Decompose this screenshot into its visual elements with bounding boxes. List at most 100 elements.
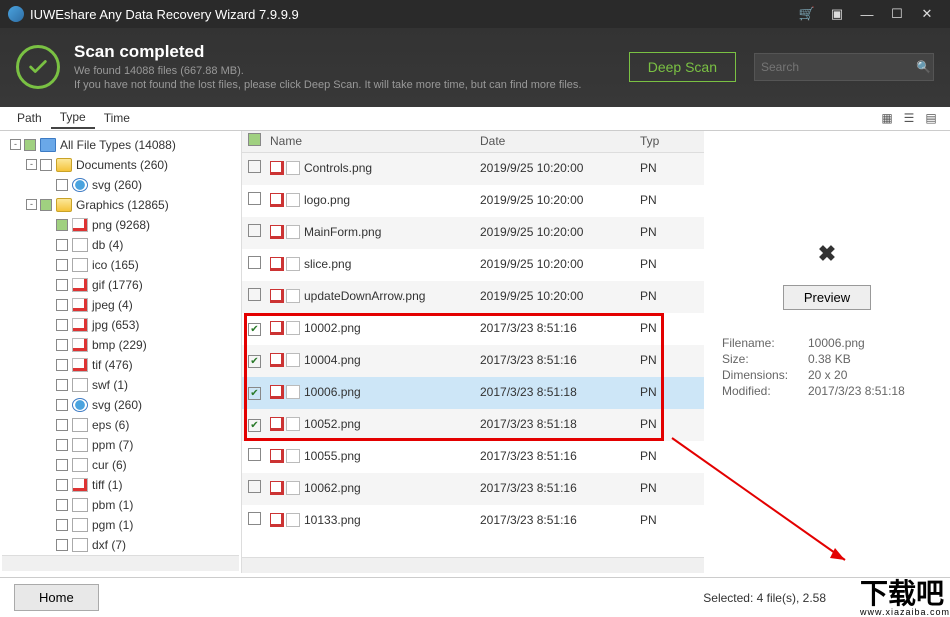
tree-item[interactable]: tiff (1) — [2, 475, 239, 495]
meta-size-value: 0.38 KB — [808, 352, 851, 366]
file-row[interactable]: updateDownArrow.png2019/9/25 10:20:00PN — [242, 281, 704, 313]
file-row[interactable]: ✔10052.png2017/3/23 8:51:18PN — [242, 409, 704, 441]
folder-tree[interactable]: -All File Types (14088) -Documents (260)… — [0, 131, 242, 573]
file-name: 10133.png — [304, 513, 480, 527]
col-date[interactable]: Date — [480, 134, 640, 148]
tree-item[interactable]: tif (476) — [2, 355, 239, 375]
tree-item[interactable]: eps (6) — [2, 415, 239, 435]
file-header: Name Date Typ — [242, 131, 704, 153]
pdf-icon — [270, 513, 284, 527]
col-type[interactable]: Typ — [640, 134, 674, 148]
col-name[interactable]: Name — [270, 134, 480, 148]
file-row[interactable]: slice.png2019/9/25 10:20:00PN — [242, 249, 704, 281]
tree-item[interactable]: db (4) — [2, 235, 239, 255]
meta-modified-label: Modified: — [722, 384, 808, 398]
file-row[interactable]: ✔10006.png2017/3/23 8:51:18PN — [242, 377, 704, 409]
status-banner: Scan completed We found 14088 files (667… — [0, 28, 950, 107]
file-checkbox[interactable]: ✔ — [248, 387, 261, 400]
file-icon — [286, 449, 300, 463]
tree-item[interactable]: gif (1776) — [2, 275, 239, 295]
tree-item[interactable]: png (9268) — [2, 215, 239, 235]
file-row[interactable]: MainForm.png2019/9/25 10:20:00PN — [242, 217, 704, 249]
file-date: 2019/9/25 10:20:00 — [480, 225, 640, 239]
tree-item[interactable]: ico (165) — [2, 255, 239, 275]
tab-path[interactable]: Path — [8, 108, 51, 128]
view-detail-icon[interactable]: ▤ — [920, 108, 942, 128]
filelist-scroll-h[interactable] — [242, 557, 704, 573]
tree-item[interactable]: cur (6) — [2, 455, 239, 475]
file-row[interactable]: Controls.png2019/9/25 10:20:00PN — [242, 153, 704, 185]
tree-graphics[interactable]: -Graphics (12865) — [2, 195, 239, 215]
tree-svg-docs[interactable]: svg (260) — [2, 175, 239, 195]
file-checkbox[interactable] — [248, 480, 261, 493]
search-input[interactable] — [761, 60, 916, 74]
success-check-icon — [16, 45, 60, 89]
titlebar: IUWEshare Any Data Recovery Wizard 7.9.9… — [0, 0, 950, 28]
preview-panel: ✖ Preview Filename:10006.png Size:0.38 K… — [704, 131, 950, 573]
watermark: 下载吧 www.xiazaiba.com — [860, 580, 950, 617]
file-checkbox[interactable]: ✔ — [248, 323, 261, 336]
file-checkbox[interactable] — [248, 448, 261, 461]
file-name: Controls.png — [304, 161, 480, 175]
cart-icon[interactable]: 🛒 — [792, 0, 822, 28]
tree-item[interactable]: dxf (7) — [2, 535, 239, 555]
pdf-icon — [270, 161, 284, 175]
tree-root[interactable]: -All File Types (14088) — [2, 135, 239, 155]
tab-time[interactable]: Time — [95, 108, 139, 128]
tree-item[interactable]: bmp (229) — [2, 335, 239, 355]
meta-filename-value: 10006.png — [808, 336, 865, 350]
file-row[interactable]: 10055.png2017/3/23 8:51:16PN — [242, 441, 704, 473]
tree-documents[interactable]: -Documents (260) — [2, 155, 239, 175]
deep-scan-button[interactable]: Deep Scan — [629, 52, 736, 82]
preview-button[interactable]: Preview — [783, 285, 871, 310]
tree-scroll-h[interactable] — [2, 555, 239, 571]
pdf-icon — [270, 481, 284, 495]
preview-close-icon[interactable]: ✖ — [818, 241, 836, 267]
file-name: 10004.png — [304, 353, 480, 367]
pdf-icon — [270, 257, 284, 271]
tree-item[interactable]: swf (1) — [2, 375, 239, 395]
file-row[interactable]: ✔10004.png2017/3/23 8:51:16PN — [242, 345, 704, 377]
view-list-icon[interactable]: ☰ — [898, 108, 920, 128]
tree-item[interactable]: svg (260) — [2, 395, 239, 415]
file-date: 2017/3/23 8:51:16 — [480, 321, 640, 335]
file-checkbox[interactable] — [248, 224, 261, 237]
tree-item[interactable]: pbm (1) — [2, 495, 239, 515]
file-checkbox[interactable]: ✔ — [248, 419, 261, 432]
file-checkbox[interactable] — [248, 160, 261, 173]
tree-item[interactable]: jpg (653) — [2, 315, 239, 335]
file-checkbox[interactable] — [248, 512, 261, 525]
tab-type[interactable]: Type — [51, 107, 95, 129]
register-icon[interactable]: ▣ — [822, 0, 852, 28]
file-row[interactable]: logo.png2019/9/25 10:20:00PN — [242, 185, 704, 217]
file-icon — [286, 481, 300, 495]
file-date: 2019/9/25 10:20:00 — [480, 193, 640, 207]
file-icon — [286, 289, 300, 303]
pdf-icon — [270, 449, 284, 463]
file-checkbox[interactable] — [248, 256, 261, 269]
search-box[interactable]: 🔍 — [754, 53, 934, 81]
maximize-button[interactable]: ☐ — [882, 0, 912, 28]
tree-item[interactable]: jpeg (4) — [2, 295, 239, 315]
file-row[interactable]: 10133.png2017/3/23 8:51:16PN — [242, 505, 704, 537]
file-date: 2017/3/23 8:51:18 — [480, 385, 640, 399]
select-all-checkbox[interactable] — [248, 133, 261, 146]
tree-item[interactable]: ppm (7) — [2, 435, 239, 455]
minimize-button[interactable]: — — [852, 0, 882, 28]
tree-item[interactable]: pgm (1) — [2, 515, 239, 535]
file-type: PN — [640, 257, 674, 271]
file-row[interactable]: ✔10002.png2017/3/23 8:51:16PN — [242, 313, 704, 345]
file-list[interactable]: Controls.png2019/9/25 10:20:00PNlogo.png… — [242, 153, 704, 557]
close-button[interactable]: ✕ — [912, 0, 942, 28]
pdf-icon — [270, 321, 284, 335]
pdf-icon — [270, 353, 284, 367]
file-checkbox[interactable] — [248, 288, 261, 301]
file-checkbox[interactable] — [248, 192, 261, 205]
file-checkbox[interactable]: ✔ — [248, 355, 261, 368]
file-row[interactable]: 10062.png2017/3/23 8:51:16PN — [242, 473, 704, 505]
view-grid-icon[interactable]: ▦ — [876, 108, 898, 128]
file-date: 2019/9/25 10:20:00 — [480, 257, 640, 271]
file-name: slice.png — [304, 257, 480, 271]
home-button[interactable]: Home — [14, 584, 99, 611]
search-icon[interactable]: 🔍 — [916, 60, 931, 74]
